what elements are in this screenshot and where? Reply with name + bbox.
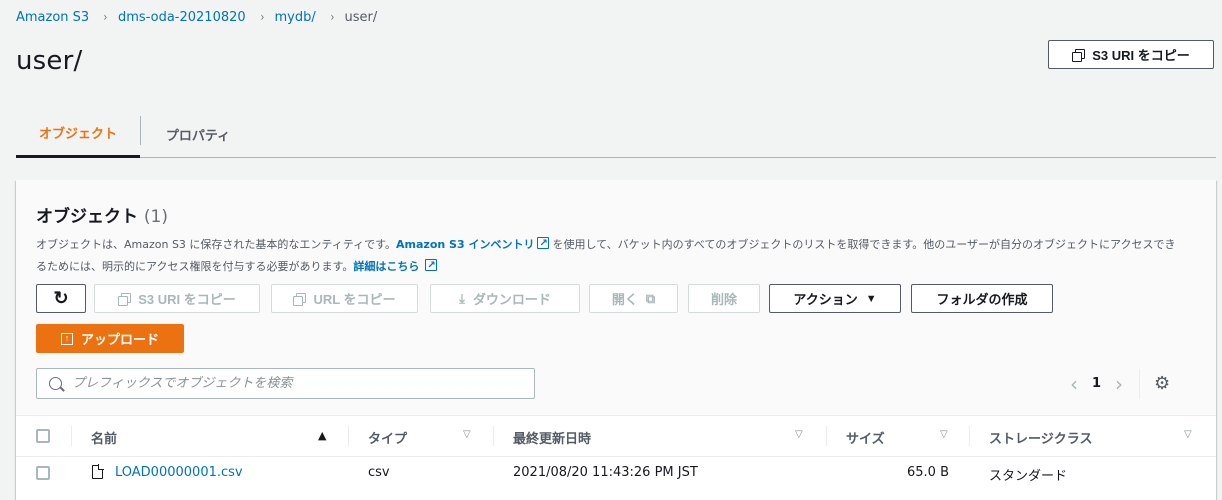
copy-icon <box>1072 49 1086 62</box>
chevron-right-icon: › <box>330 10 335 24</box>
objects-panel-header: オブジェクト (1) オブジェクトは、Amazon S3 に保存された基本的なエ… <box>16 180 1216 416</box>
copy-s3-uri-label: S3 URI をコピー <box>1092 48 1190 63</box>
chevron-right-icon: › <box>260 10 265 24</box>
copy-url-button[interactable]: URL をコピー <box>271 284 418 313</box>
tab-bar: オブジェクト プロパティ <box>16 110 1216 158</box>
upload-label: アップロード <box>80 332 159 347</box>
panel-title: オブジェクト (1) <box>36 202 168 227</box>
sort-desc-icon[interactable]: ▽ <box>463 429 471 440</box>
external-link-icon[interactable] <box>425 255 438 277</box>
copy-s3-uri-toolbar-label: S3 URI をコピー <box>138 292 236 307</box>
row-checkbox[interactable] <box>36 466 50 480</box>
delete-button[interactable]: 削除 <box>688 284 760 313</box>
download-icon: ⤓ <box>459 290 465 306</box>
upload-button[interactable]: ↑ アップロード <box>36 324 184 353</box>
copy-s3-uri-toolbar-button[interactable]: S3 URI をコピー <box>94 284 260 313</box>
open-button[interactable]: 開く ⧉ <box>589 284 678 313</box>
inventory-link[interactable]: Amazon S3 インベントリ <box>396 238 534 251</box>
object-count: (1) <box>143 207 169 227</box>
actions-label: アクション <box>793 292 858 307</box>
objects-panel: オブジェクト (1) オブジェクトは、Amazon S3 に保存された基本的なエ… <box>16 180 1216 500</box>
sort-desc-icon[interactable]: ▽ <box>1184 429 1192 440</box>
download-button[interactable]: ⤓ ダウンロード <box>430 284 580 313</box>
select-all-checkbox[interactable] <box>36 429 50 443</box>
panel-title-text: オブジェクト <box>36 207 138 227</box>
chevron-left-icon[interactable]: ‹ <box>1070 372 1078 396</box>
column-divider <box>348 426 349 446</box>
pagination: ‹ 1 › ⚙ <box>1070 368 1170 399</box>
object-name-cell: LOAD00000001.csv <box>115 465 243 480</box>
breadcrumb-current: user/ <box>344 9 378 25</box>
object-storage-class-cell: スタンダード <box>989 469 1068 484</box>
panel-description: オブジェクトは、Amazon S3 に保存された基本的なエンティティです。Ama… <box>36 233 1186 278</box>
column-header-modified[interactable]: 最終更新日時 <box>513 428 591 447</box>
table-header: 名前 ▲ タイプ ▽ 最終更新日時 ▽ サイズ ▽ ストレージクラス ▽ <box>16 416 1216 457</box>
upload-icon: ↑ <box>60 332 73 345</box>
file-icon <box>92 464 104 479</box>
learn-more-link[interactable]: 詳細はこちら <box>353 260 419 273</box>
external-link-icon[interactable] <box>537 233 550 255</box>
copy-url-label: URL をコピー <box>313 292 396 307</box>
chevron-right-icon: › <box>103 10 108 24</box>
column-header-type[interactable]: タイプ <box>368 428 407 447</box>
page-number[interactable]: 1 <box>1092 376 1101 391</box>
sort-asc-icon[interactable]: ▲ <box>318 429 326 442</box>
copy-icon <box>118 293 132 306</box>
chevron-right-icon[interactable]: › <box>1115 372 1123 396</box>
breadcrumb-link-folder[interactable]: mydb/ <box>274 10 315 25</box>
column-divider <box>493 426 494 446</box>
search-input[interactable] <box>72 376 512 391</box>
column-header-size[interactable]: サイズ <box>846 428 885 447</box>
table-row: LOAD00000001.csv csv 2021/08/20 11:43:26… <box>16 457 1216 487</box>
breadcrumb-link-s3[interactable]: Amazon S3 <box>16 10 89 25</box>
create-folder-label: フォルダの作成 <box>936 292 1028 307</box>
description-text-1: オブジェクトは、Amazon S3 に保存された基本的なエンティティです。 <box>36 238 397 251</box>
external-link-icon: ⧉ <box>645 290 656 306</box>
tab-properties[interactable]: プロパティ <box>156 110 240 158</box>
column-header-storage-class[interactable]: ストレージクラス <box>989 428 1092 447</box>
sort-desc-icon[interactable]: ▽ <box>940 429 948 440</box>
search-icon <box>49 377 62 390</box>
open-label: 開く <box>611 292 638 307</box>
refresh-button[interactable]: ↻ <box>36 284 86 313</box>
breadcrumb: Amazon S3 › dms-oda-20210820 › mydb/ › u… <box>16 7 377 27</box>
page-title: user/ <box>16 46 83 76</box>
tab-divider <box>140 116 141 145</box>
download-label: ダウンロード <box>472 292 551 307</box>
actions-dropdown[interactable]: アクション ▼ <box>769 284 901 313</box>
search-box <box>36 368 535 399</box>
column-divider <box>826 426 827 446</box>
column-divider <box>71 426 72 446</box>
object-type-cell: csv <box>368 465 390 480</box>
column-header-name[interactable]: 名前 <box>91 428 117 447</box>
create-folder-button[interactable]: フォルダの作成 <box>911 284 1053 313</box>
refresh-icon: ↻ <box>53 288 69 308</box>
breadcrumb-link-bucket[interactable]: dms-oda-20210820 <box>118 10 246 25</box>
copy-s3-uri-button[interactable]: S3 URI をコピー <box>1048 40 1214 69</box>
pager-divider <box>1139 368 1141 399</box>
gear-icon[interactable]: ⚙ <box>1154 373 1170 394</box>
caret-down-icon: ▼ <box>865 292 877 305</box>
delete-label: 削除 <box>710 292 737 307</box>
copy-icon <box>293 293 307 306</box>
column-divider <box>969 426 970 446</box>
sort-desc-icon[interactable]: ▽ <box>795 429 803 440</box>
object-size-cell: 65.0 B <box>907 465 949 480</box>
tab-objects[interactable]: オブジェクト <box>16 110 140 158</box>
object-name-link[interactable]: LOAD00000001.csv <box>115 465 243 480</box>
object-modified-cell: 2021/08/20 11:43:26 PM JST <box>513 465 698 480</box>
